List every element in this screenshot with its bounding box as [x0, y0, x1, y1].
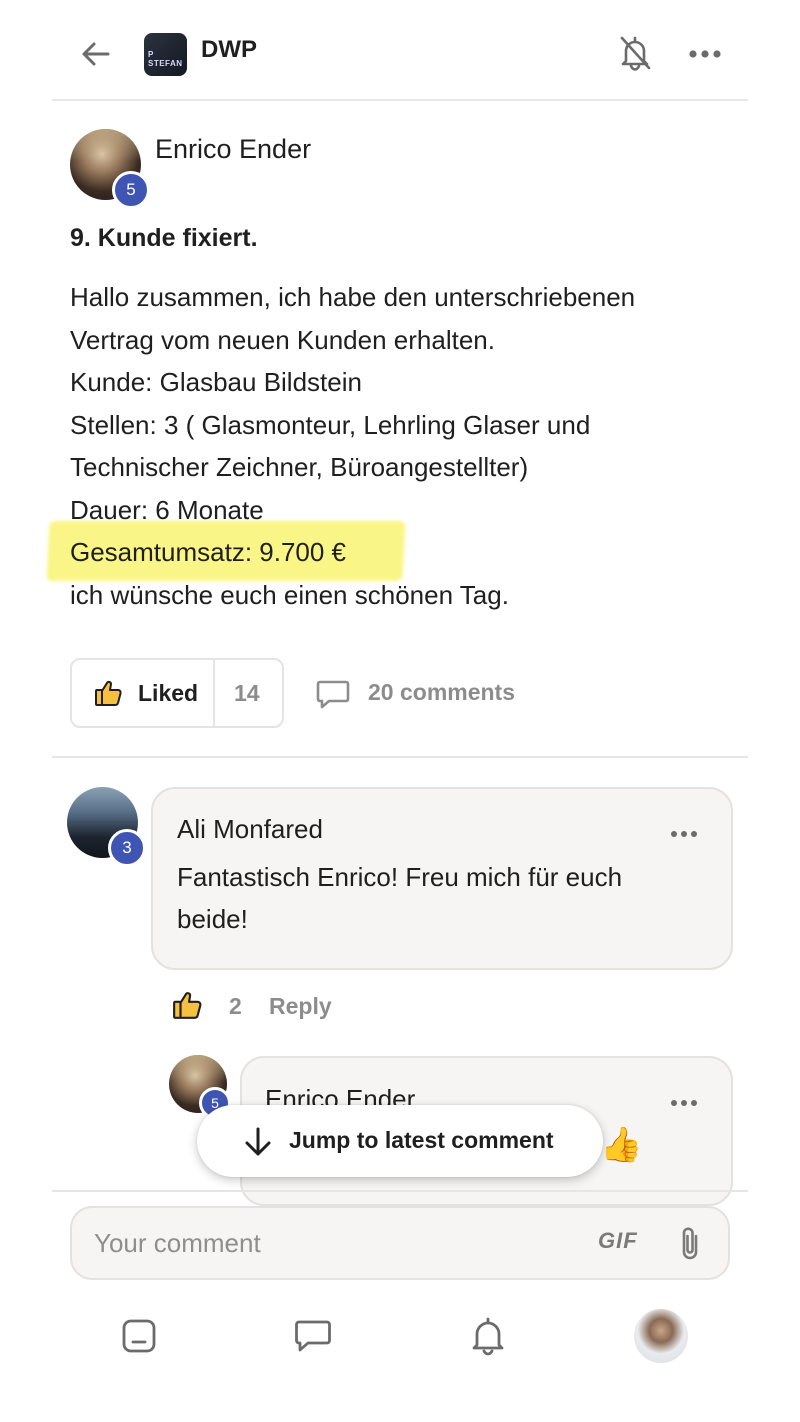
comment-text-line: Fantastisch Enrico! Freu mich für euch: [177, 862, 623, 892]
post-body-line: Hallo zusammen, ich habe den unterschrie…: [70, 282, 636, 312]
comment-bubble: Ali Monfared Fantastisch Enrico! Freu mi…: [151, 787, 733, 970]
comment-composer: GIF: [70, 1206, 730, 1280]
more-horizontal-icon[interactable]: [688, 40, 722, 68]
post-body-line: Stellen: 3 ( Glasmonteur, Lehrling Glase…: [70, 409, 591, 440]
arrow-left-icon[interactable]: [80, 38, 112, 70]
post-author-name[interactable]: Enrico Ender: [155, 134, 311, 165]
post-body-line: Kunde: Glasbau Bildstein: [70, 367, 362, 397]
comment-more-icon[interactable]: [669, 826, 699, 837]
home-icon[interactable]: [117, 1314, 161, 1358]
reply-button[interactable]: Reply: [269, 993, 332, 1020]
jump-label: Jump to latest comment: [289, 1127, 554, 1153]
comment-like-count: 2: [229, 993, 242, 1019]
bell-off-icon[interactable]: [618, 34, 652, 72]
thumbs-up-icon: [94, 678, 124, 708]
divider: [52, 1190, 748, 1192]
like-label: Liked: [138, 680, 199, 706]
top-app-bar: P STEFAN DWP: [52, 0, 748, 101]
comment-text-line: beide!: [177, 904, 248, 934]
jump-to-latest-button[interactable]: Jump to latest comment: [197, 1105, 603, 1177]
like-count[interactable]: 14: [234, 680, 260, 707]
divider: [52, 756, 748, 758]
chat-icon[interactable]: [291, 1314, 335, 1358]
like-button[interactable]: Liked: [72, 660, 215, 726]
paperclip-icon[interactable]: [676, 1225, 704, 1263]
post-body: Hallo zusammen, ich habe den unterschrie…: [70, 276, 750, 616]
group-name[interactable]: DWP: [201, 36, 257, 64]
thumbs-up-icon[interactable]: [172, 989, 204, 1021]
group-logo-text: P STEFAN: [148, 50, 183, 68]
post-body-line: ich wünsche euch einen schönen Tag.: [70, 579, 509, 610]
post-body-line: Vertrag vom neuen Kunden erhalten.: [70, 324, 495, 355]
comment-input[interactable]: [94, 1222, 564, 1264]
comment-text: Fantastisch Enrico! Freu mich für euch b…: [177, 856, 622, 940]
reply-more-icon[interactable]: [669, 1095, 699, 1106]
commenter-level-badge: 3: [108, 829, 146, 867]
gif-button[interactable]: GIF: [598, 1228, 638, 1254]
comment-author[interactable]: Ali Monfared: [177, 814, 323, 845]
author-level-badge: 5: [112, 171, 150, 209]
profile-avatar[interactable]: [634, 1309, 688, 1363]
arrow-down-icon: [241, 1125, 275, 1159]
like-control: Liked 14: [70, 658, 284, 728]
comment-icon: [316, 679, 350, 709]
post-title: 9. Kunde fixiert.: [70, 224, 258, 252]
post-body-line: Dauer: 6 Monate: [70, 494, 264, 525]
post-body-line-highlighted: Gesamtumsatz: 9.700 €: [70, 537, 347, 567]
bell-icon[interactable]: [466, 1314, 510, 1358]
comments-count-label: 20 comments: [368, 679, 516, 705]
group-logo[interactable]: P STEFAN: [144, 33, 187, 76]
post-body-line: Technischer Zeichner, Büroangestellter): [70, 452, 529, 482]
thumbs-up-emoji: 👍: [600, 1126, 643, 1164]
